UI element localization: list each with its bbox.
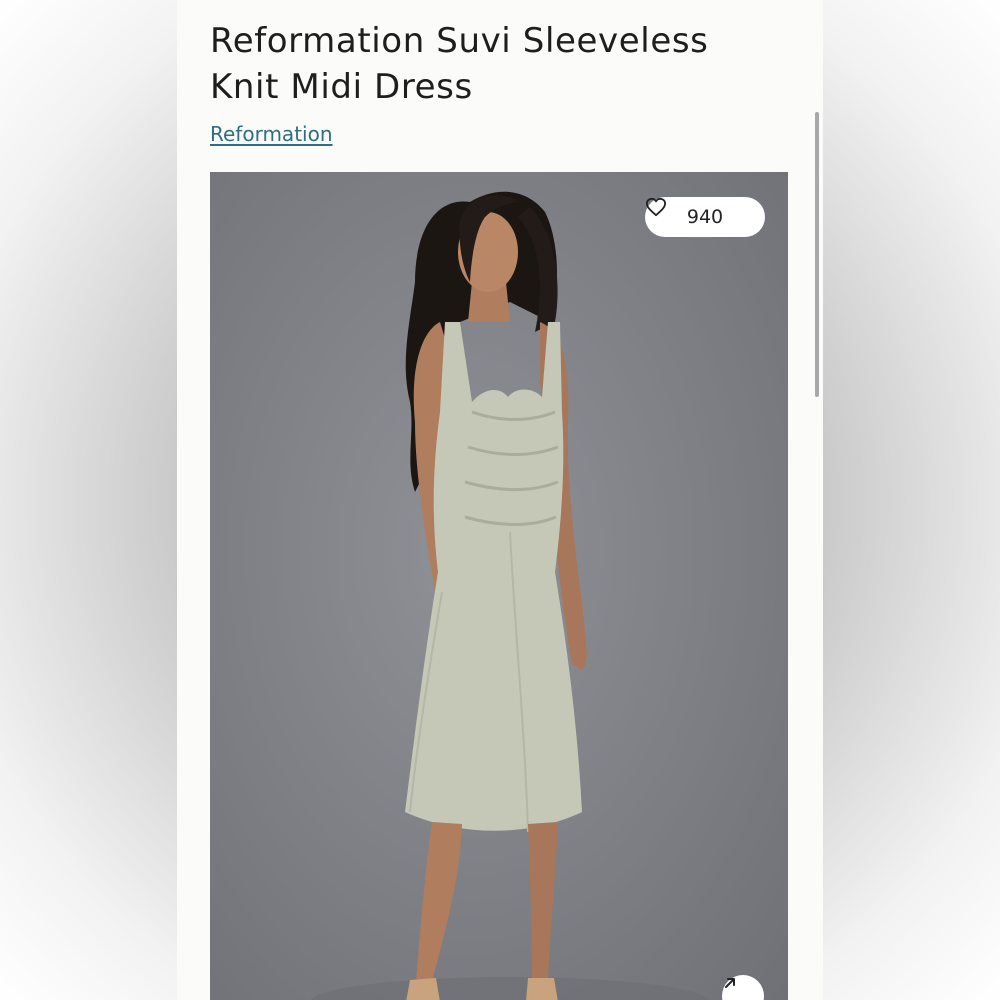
brand-link[interactable]: Reformation (210, 122, 333, 146)
product-title: Reformation Suvi Sleeveless Knit Midi Dr… (210, 21, 709, 107)
model-photo (310, 191, 710, 1000)
product-page: Reformation Suvi Sleeveless Knit Midi Dr… (177, 0, 823, 1000)
heart-outline-icon (646, 197, 666, 217)
like-button[interactable]: 940 (645, 197, 765, 237)
arrow-up-right-icon (725, 978, 735, 988)
scrollbar[interactable] (815, 112, 819, 397)
likes-count: 940 (686, 206, 724, 228)
product-image[interactable]: 940 (210, 172, 788, 1000)
